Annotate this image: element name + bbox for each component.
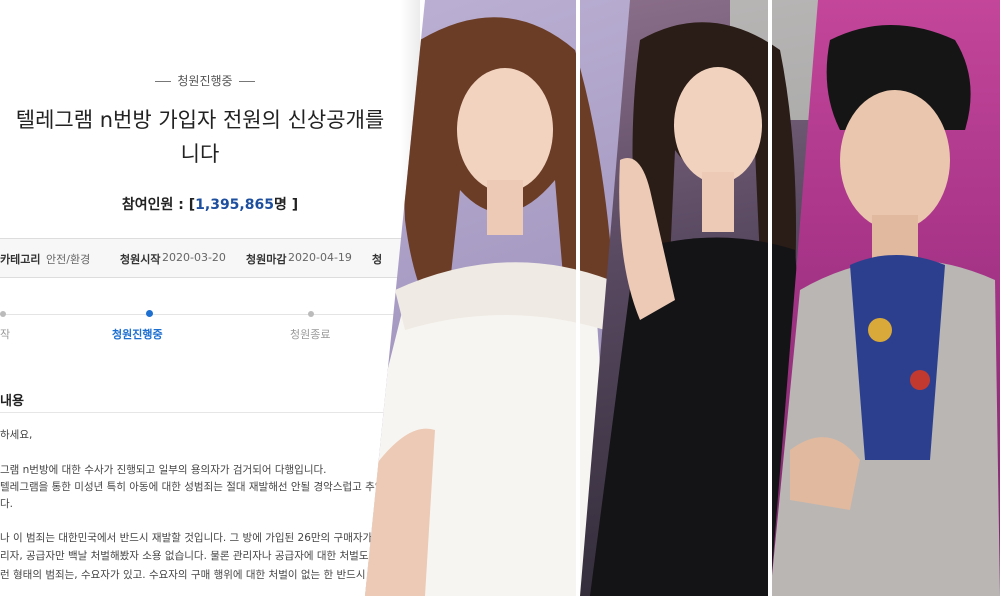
body-line: 텔레그램을 통한 미성년 특히 아동에 대한 성범죄는 절대 재발해선 안될 경… xyxy=(0,481,395,493)
extra-key: 청 xyxy=(372,253,383,266)
petition-meta-bar: 카테고리 안전/환경 청원시작 2020-03-20 청원마감 2020-04-… xyxy=(0,238,420,278)
participant-count: 참여인원 : [1,395,865명 ] xyxy=(121,197,299,213)
start-key: 청원시작 xyxy=(120,253,161,266)
progress-step-3: 청원종료 xyxy=(290,328,331,341)
petition-page: 청원진행중 텔레그램 n번방 가입자 전원의 신상공개를 니다 참여인원 : [… xyxy=(0,0,420,596)
category-value: 안전/환경 xyxy=(46,253,91,266)
category-key: 카테고리 xyxy=(0,253,41,266)
progress-dot-active xyxy=(146,310,153,317)
body-line: 나 이 범죄는 대한민국에서 반드시 재발할 것입니다. 그 방에 가입된 26… xyxy=(0,532,395,544)
petition-status: 청원진행중 xyxy=(0,72,410,89)
body-line: 그램 n번방에 대한 수사가 진행되고 일부의 용의자가 검거되어 다행입니다. xyxy=(0,464,327,476)
body-line: 리자, 공급자만 백날 처벌해봤자 소용 없습니다. 물론 관리자나 공급자에 … xyxy=(0,550,382,562)
content-heading: 내용 xyxy=(0,394,24,409)
progress-step-2: 청원진행중 xyxy=(112,328,163,341)
body-line: 다. xyxy=(0,498,13,510)
progress-dot-end xyxy=(308,311,314,317)
petition-title: 텔레그램 n번방 가입자 전원의 신상공개를 니다 xyxy=(15,108,385,166)
progress-dot-start xyxy=(0,311,6,317)
end-value: 2020-04-19 xyxy=(288,251,352,264)
end-key: 청원마감 xyxy=(246,253,287,266)
body-line: 런 형태의 범죄는, 수요자가 있고. 수요자의 구매 행위에 대한 처벌이 없… xyxy=(0,569,389,581)
progress-step-1: 작 xyxy=(0,328,11,341)
start-value: 2020-03-20 xyxy=(162,251,226,264)
participant-number: 1,395,865 xyxy=(195,197,274,213)
petition-progress: 작 청원진행중 청원종료 xyxy=(0,310,420,344)
body-line: 하세요, xyxy=(0,429,33,441)
